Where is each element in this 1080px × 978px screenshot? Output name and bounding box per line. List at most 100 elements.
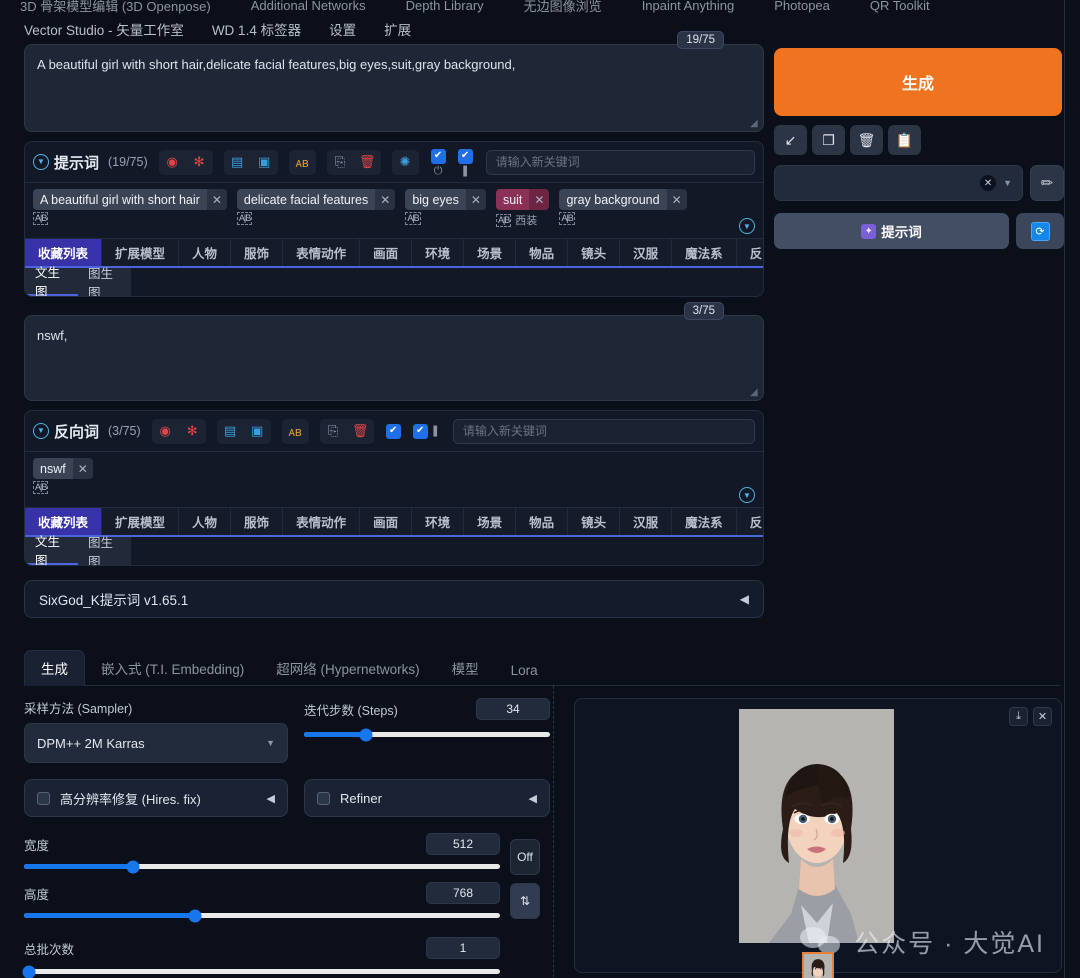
category-tab-magic[interactable]: 魔法系 <box>672 239 737 266</box>
category-tab-expression[interactable]: 表情动作 <box>283 508 360 535</box>
ab-icon[interactable]: A|B <box>496 214 511 227</box>
chip-remove-icon[interactable]: ✕ <box>529 189 549 210</box>
collapse-chevron-icon[interactable]: ▼ <box>739 218 755 234</box>
chip-remove-icon[interactable]: ✕ <box>207 189 227 210</box>
gen-tab-lora[interactable]: Lora <box>495 656 554 685</box>
category-tab-character[interactable]: 人物 <box>179 239 231 266</box>
top-tab[interactable]: Additional Networks <box>231 0 386 13</box>
checkbox-checked-icon[interactable]: ✔ <box>413 424 428 439</box>
history-doc-icon[interactable]: ▤ <box>217 419 244 444</box>
chip-remove-icon[interactable]: ✕ <box>466 189 486 210</box>
refiner-checkbox[interactable] <box>317 792 330 805</box>
width-value-box[interactable]: 512 <box>426 833 500 855</box>
top-tab[interactable]: 3D 骨架模型编辑 (3D Openpose) <box>0 0 231 14</box>
prompt-input[interactable]: A beautiful girl with short hair,delicat… <box>24 44 764 132</box>
top-tab[interactable]: QR Toolkit <box>850 0 950 13</box>
category-tab-negative[interactable]: 反向 <box>737 508 763 535</box>
subtab-img2img[interactable]: 图生图 <box>78 537 131 565</box>
top-tab[interactable]: Depth Library <box>386 0 504 13</box>
ab-icon[interactable]: A|B <box>405 212 420 225</box>
cursor-toggle[interactable]: ✔ ❚ <box>458 149 473 176</box>
category-tab-objects[interactable]: 物品 <box>516 508 568 535</box>
top-tab[interactable]: 无边图像浏览 <box>504 0 622 14</box>
power-toggle[interactable]: ✔ ⏻ <box>431 149 446 176</box>
tab-wd-tagger[interactable]: WD 1.4 标签器 <box>198 19 315 39</box>
category-tab-magic[interactable]: 魔法系 <box>672 508 737 535</box>
prompt-chip[interactable]: gray background ✕ <box>559 189 686 210</box>
category-tab-hanfu[interactable]: 汉服 <box>620 239 672 266</box>
ab-translate-icon[interactable]: ᴀв <box>282 419 309 444</box>
chip-remove-icon[interactable]: ✕ <box>667 189 687 210</box>
ab-icon[interactable]: A|B <box>33 481 48 494</box>
category-tab-clothing[interactable]: 服饰 <box>231 239 283 266</box>
category-tab-picture[interactable]: 画面 <box>360 239 412 266</box>
hires-checkbox[interactable] <box>37 792 50 805</box>
subtab-txt2img[interactable]: 文生图 <box>25 268 78 296</box>
ab-translate-icon[interactable]: ᴀв <box>289 150 316 175</box>
category-tab-scene[interactable]: 场景 <box>464 239 516 266</box>
gear-icon[interactable]: ✻ <box>186 150 213 175</box>
category-tab-clothing[interactable]: 服饰 <box>231 508 283 535</box>
steps-slider[interactable] <box>304 732 550 737</box>
category-tab-picture[interactable]: 画面 <box>360 508 412 535</box>
category-tab-extmodel[interactable]: 扩展模型 <box>102 508 179 535</box>
category-tab-expression[interactable]: 表情动作 <box>283 239 360 266</box>
tab-vector-studio[interactable]: Vector Studio - 矢量工作室 <box>0 19 198 39</box>
steps-value-box[interactable]: 34 <box>476 698 550 720</box>
resize-grip-icon[interactable]: ◢ <box>750 119 760 129</box>
category-tab-hanfu[interactable]: 汉服 <box>620 508 672 535</box>
chevron-down-icon[interactable]: ▼ <box>1003 178 1012 188</box>
category-tab-environment[interactable]: 环境 <box>412 239 464 266</box>
subtab-txt2img[interactable]: 文生图 <box>25 537 78 565</box>
generation-tabs[interactable]: 生成 嵌入式 (T.I. Embedding) 超网络 (Hypernetwor… <box>24 652 1060 686</box>
power-toggle[interactable]: ✔ <box>386 424 401 439</box>
generated-image[interactable] <box>739 709 894 943</box>
prompt-chip[interactable]: big eyes ✕ <box>405 189 486 210</box>
ab-icon[interactable]: A|B <box>33 212 48 225</box>
gen-tab-generate[interactable]: 生成 <box>24 650 85 686</box>
aspect-off-button[interactable]: Off <box>510 839 540 875</box>
refresh-button[interactable]: ⟳ <box>1016 213 1064 249</box>
download-icon[interactable]: ⤓ <box>1009 707 1028 726</box>
chip-remove-icon[interactable]: ✕ <box>375 189 395 210</box>
category-tab-negative[interactable]: 反向 <box>737 239 763 266</box>
arrow-in-icon[interactable]: ↙ <box>774 125 807 155</box>
style-select[interactable]: ✕ ▼ <box>774 165 1023 201</box>
close-icon[interactable]: ✕ <box>1033 707 1052 726</box>
batch-count-value-box[interactable]: 1 <box>426 937 500 959</box>
bookmark-icon[interactable]: ▣ <box>251 150 278 175</box>
top-tab[interactable]: Inpaint Anything <box>622 0 755 13</box>
chevron-down-circle-icon[interactable]: ▼ <box>33 423 49 439</box>
paste-icon[interactable]: 📋 <box>888 125 921 155</box>
prompt-subtabs[interactable]: 文生图 图生图 <box>25 268 131 296</box>
gear-icon[interactable]: ✻ <box>179 419 206 444</box>
chevron-down-circle-icon[interactable]: ▼ <box>33 154 49 170</box>
negative-new-keyword-input[interactable] <box>453 419 755 444</box>
gen-tab-model[interactable]: 模型 <box>436 651 495 685</box>
height-slider[interactable] <box>24 913 500 918</box>
negative-subtabs[interactable]: 文生图 图生图 <box>25 537 131 565</box>
category-tab-lens[interactable]: 镜头 <box>568 239 620 266</box>
openai-icon[interactable]: ✺ <box>392 150 419 175</box>
accordion-arrow-icon[interactable]: ◀ <box>740 592 749 606</box>
prompt-chip[interactable]: delicate facial features ✕ <box>237 189 395 210</box>
refiner-toggle[interactable]: Refiner ◀ <box>304 779 550 817</box>
negative-chip[interactable]: nswf ✕ <box>33 458 93 479</box>
resize-grip-icon[interactable]: ◢ <box>750 388 760 398</box>
tab-settings[interactable]: 设置 <box>315 19 370 39</box>
sampler-select[interactable]: DPM++ 2M Karras ▼ <box>24 723 288 763</box>
checkbox-checked-icon[interactable]: ✔ <box>431 149 446 164</box>
prompt-category-tabs[interactable]: 收藏列表 扩展模型 人物 服饰 表情动作 画面 环境 场景 物品 镜头 汉服 魔… <box>25 238 763 266</box>
width-slider[interactable] <box>24 864 500 869</box>
clipboard-icon[interactable]: ❐ <box>812 125 845 155</box>
generate-button[interactable]: 生成 <box>774 48 1062 116</box>
edit-pencil-icon[interactable]: ✏ <box>1030 165 1064 201</box>
trash-icon[interactable]: 🗑 <box>850 125 883 155</box>
clear-icon[interactable]: ✕ <box>980 175 996 191</box>
sixgod-accordion[interactable]: SixGod_K提示词 v1.65.1 ◀ <box>24 580 764 618</box>
hires-arrow-icon[interactable]: ◀ <box>267 792 275 805</box>
trash-icon[interactable]: 🗑 <box>354 150 381 175</box>
height-value-box[interactable]: 768 <box>426 882 500 904</box>
category-tab-scene[interactable]: 场景 <box>464 508 516 535</box>
history-doc-icon[interactable]: ▤ <box>224 150 251 175</box>
